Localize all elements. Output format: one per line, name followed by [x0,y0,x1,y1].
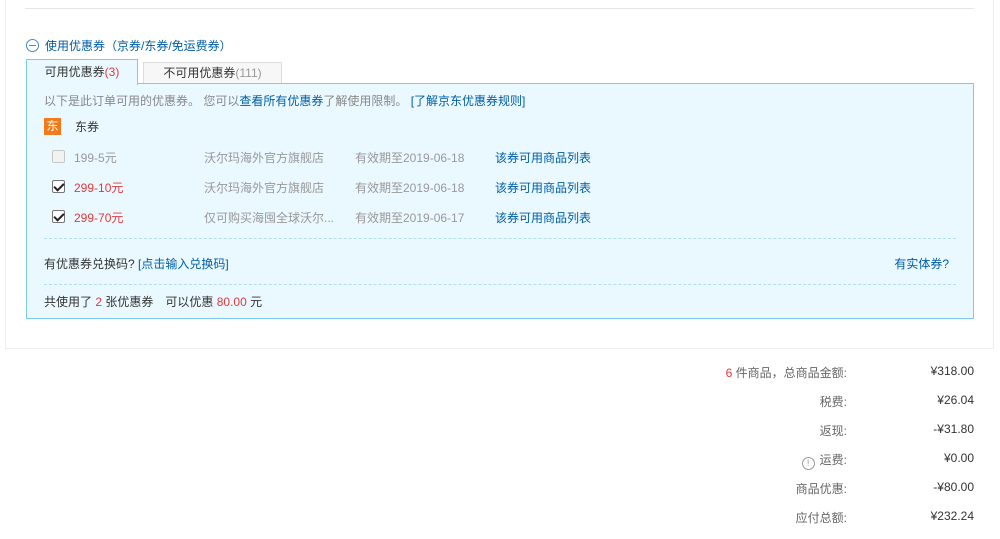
dong-badge-icon: 东 [44,118,61,135]
coupon-shop: 仅可购买海囤全球沃尔... [204,211,335,225]
discount-value: -¥80.00 [933,480,974,494]
coupon-rules-link[interactable]: [了解京东优惠券规则] [411,94,526,108]
dashed-divider [44,238,956,239]
coupon-list-panel: 以下是此订单可用的优惠券。 您可以查看所有优惠券了解使用限制。 [了解京东优惠券… [26,83,974,319]
summary-count: 2 [95,295,103,309]
shipping-label-wrap: ! 运费: [801,451,847,470]
shipping-label: 运费: [819,453,847,467]
payable-label: 应付总额: [795,511,847,525]
payable-row: 应付总额: ¥232.24 [600,509,974,525]
summary-middle: 张优惠券 可以优惠 [105,295,214,309]
coupon-row[interactable]: 199-5元 沃尔玛海外官方旗舰店 有效期至2019-06-18 该券可用商品列… [52,149,952,165]
coupon-validity: 有效期至2019-06-18 [355,181,465,195]
info-prefix: 以下是此订单可用的优惠券。 您可以 [44,94,240,108]
payable-value: ¥232.24 [930,509,974,523]
item-count: 6 [725,366,733,380]
cashback-value: -¥31.80 [933,422,974,436]
shipping-row: ! 运费: ¥0.00 [600,451,974,470]
coupon-checkbox[interactable] [52,210,65,223]
exchange-question: 有优惠券兑换码? [44,257,135,271]
cashback-row: 返现: -¥31.80 [600,422,974,438]
coupon-amount: 199-5元 [74,151,117,165]
coupon-checkbox[interactable] [52,180,65,193]
shipping-value: ¥0.00 [943,451,974,465]
cashback-label: 返现: [819,424,847,438]
info-icon[interactable]: ! [801,457,815,470]
summary-amount: 80.00 [216,295,247,309]
total-items-value: ¥318.00 [930,364,974,378]
discount-row: 商品优惠: -¥80.00 [600,480,974,496]
coupon-products-link[interactable]: 该券可用商品列表 [495,209,591,226]
coupon-info-text: 以下是此订单可用的优惠券。 您可以查看所有优惠券了解使用限制。 [了解京东优惠券… [44,92,525,109]
coupon-section-title[interactable]: 使用优惠券（京券/东券/免运费券） [45,37,232,54]
enter-exchange-code-link[interactable]: [点击输入兑换码] [138,257,229,271]
collapse-icon[interactable] [26,38,39,52]
coupon-shop: 沃尔玛海外官方旗舰店 [204,151,325,165]
exchange-code-row: 有优惠券兑换码? [点击输入兑换码] [44,255,229,272]
tax-row: 税费: ¥26.04 [600,393,974,409]
total-items-row: 6 件商品，总商品金额: ¥318.00 [600,364,974,380]
coupon-products-link[interactable]: 该券可用商品列表 [495,179,591,196]
coupon-section-toggle[interactable]: 使用优惠券（京券/东券/免运费券） [26,37,232,53]
coupon-group-name: 东券 [75,120,100,134]
tab-available-coupons[interactable]: 可用优惠券(3) [26,59,138,85]
dashed-divider [44,284,956,285]
coupon-validity: 有效期至2019-06-18 [355,151,465,165]
tab-available-count: (3) [104,65,120,79]
tab-unavailable-count: (111) [235,66,262,80]
coupon-products-link[interactable]: 该券可用商品列表 [495,149,591,166]
summary-prefix: 共使用了 [44,295,93,309]
coupon-validity: 有效期至2019-06-17 [355,211,465,225]
coupon-amount: 299-10元 [74,181,124,195]
coupon-checkbox[interactable] [52,150,65,163]
total-items-label: 6 件商品，总商品金额: [726,364,847,381]
discount-label: 商品优惠: [795,482,847,496]
coupon-row[interactable]: 299-10元 沃尔玛海外官方旗舰店 有效期至2019-06-18 该券可用商品… [52,179,952,195]
items-label-text: 件商品，总商品金额: [735,366,847,380]
coupon-row[interactable]: 299-70元 仅可购买海囤全球沃尔... 有效期至2019-06-17 该券可… [52,209,952,225]
coupon-summary: 共使用了 2 张优惠券 可以优惠 80.00 元 [44,293,262,310]
tax-value: ¥26.04 [937,393,974,407]
summary-suffix: 元 [250,295,263,309]
info-suffix: 了解使用限制。 [323,94,408,108]
tab-available-label: 可用优惠券 [44,65,105,79]
divider [25,8,974,9]
tab-unavailable-label: 不可用优惠券 [163,66,236,80]
view-all-coupons-link[interactable]: 查看所有优惠券 [239,94,323,108]
physical-coupon-link[interactable]: 有实体券? [894,255,949,272]
coupon-shop: 沃尔玛海外官方旗舰店 [204,181,325,195]
coupon-group-header: 东 东券 [44,118,99,135]
coupon-amount: 299-70元 [74,211,124,225]
tax-label: 税费: [819,395,847,409]
tab-unavailable-coupons[interactable]: 不可用优惠券(111) [143,62,282,84]
